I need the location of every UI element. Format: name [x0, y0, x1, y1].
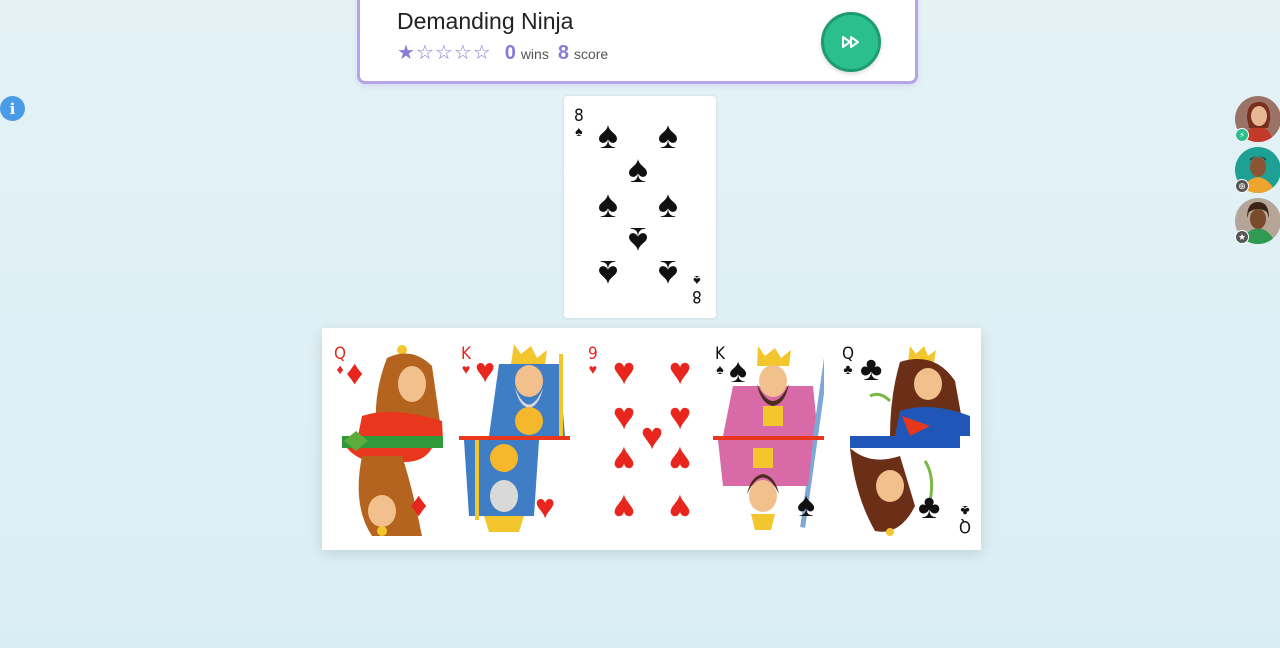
card-suit: ♠	[716, 361, 724, 377]
heart-pip: ♥	[668, 351, 692, 393]
wins-count: 0	[504, 42, 516, 64]
heart-pip: ♥	[668, 486, 692, 528]
score-label: score	[573, 46, 609, 62]
diamond-icon: ♦	[346, 354, 364, 392]
card-corner: K ♠	[715, 346, 725, 377]
card-corner: K ♥	[461, 346, 471, 377]
player-hand: Q ♦ ♦ ♦ K ♥ ♥ ♥ 9 ♥ ♥ ♥ ♥ ♥ ♥ ♥ ♥ ♥ ♥ K …	[322, 328, 981, 550]
skip-turn-button[interactable]	[821, 12, 881, 72]
pile-top-card: 8 ♠ ♠ ♠ ♠ ♠ ♠ ♠ ♠ ♠ 8 ♠	[564, 96, 716, 318]
card-suit: ♥	[461, 361, 471, 377]
hand-card-king-spades[interactable]: K ♠ ♠ ♠	[703, 328, 830, 550]
info-icon: i	[9, 99, 16, 118]
star-empty-icon: ☆	[434, 42, 453, 64]
rating-stars: ★ ☆ ☆ ☆ ☆	[397, 43, 491, 63]
hand-card-nine-hearts[interactable]: 9 ♥ ♥ ♥ ♥ ♥ ♥ ♥ ♥ ♥ ♥	[576, 328, 703, 550]
star-empty-icon: ☆	[472, 42, 491, 64]
spade-icon: ♠	[729, 352, 748, 390]
card-corner: 9 ♥	[588, 346, 598, 377]
spade-pip: ♠	[657, 252, 679, 294]
heart-pip: ♥	[612, 486, 636, 528]
player-panel: Demanding Ninja ★ ☆ ☆ ☆ ☆ 0 wins 8 score	[357, 0, 918, 84]
wins-label: wins	[520, 46, 549, 62]
player-name: Demanding Ninja	[397, 8, 574, 34]
heart-pip: ♥	[612, 351, 636, 393]
diamond-icon: ♦	[410, 486, 428, 524]
spade-pip: ♠	[597, 184, 619, 226]
crosshair-icon: ⊕	[1235, 179, 1249, 193]
player-stats: ★ ☆ ☆ ☆ ☆ 0 wins 8 score	[397, 42, 617, 65]
heart-pip: ♥	[668, 438, 692, 480]
card-rank: 8	[692, 286, 702, 306]
card-rank: Q	[958, 516, 971, 536]
club-icon: ♣	[860, 350, 883, 388]
info-button[interactable]: i	[0, 96, 25, 121]
card-suit: ♦	[336, 361, 344, 377]
card-corner: Q ♣	[842, 346, 854, 377]
spade-pip: ♠	[597, 252, 619, 294]
star-filled-icon: ★	[397, 42, 415, 64]
spade-pip: ♠	[627, 149, 649, 191]
card-suit: ♣	[960, 503, 970, 519]
card-suit: ♥	[588, 361, 598, 377]
club-icon: ♣	[918, 488, 941, 526]
card-corner: Q ♦	[334, 346, 346, 377]
heart-pip: ♥	[612, 438, 636, 480]
heart-icon: ♥	[475, 352, 496, 390]
spade-icon: ♠	[797, 486, 816, 524]
fast-forward-icon	[842, 36, 859, 48]
spade-pip: ♠	[657, 115, 679, 157]
heart-icon: ♥	[535, 488, 556, 526]
lightning-icon: ⚡	[1235, 128, 1249, 142]
star-icon: ★	[1235, 230, 1249, 244]
score-count: 8	[557, 42, 569, 64]
card-suit: ♠	[693, 273, 701, 289]
card-corner: Q ♣	[958, 503, 971, 536]
star-empty-icon: ☆	[453, 42, 472, 64]
star-empty-icon: ☆	[415, 42, 434, 64]
spade-pip: ♠	[657, 184, 679, 226]
card-suit: ♠	[575, 123, 583, 139]
spade-pip: ♠	[597, 115, 619, 157]
card-corner: 8 ♠	[574, 108, 584, 139]
hand-card-queen-diamonds[interactable]: Q ♦ ♦ ♦	[322, 328, 449, 550]
card-suit: ♣	[843, 361, 853, 377]
hand-card-queen-clubs[interactable]: Q ♣ ♣ ♣ Q ♣	[830, 328, 981, 550]
card-corner: 8 ♠	[692, 273, 702, 306]
hand-card-king-hearts[interactable]: K ♥ ♥ ♥	[449, 328, 576, 550]
